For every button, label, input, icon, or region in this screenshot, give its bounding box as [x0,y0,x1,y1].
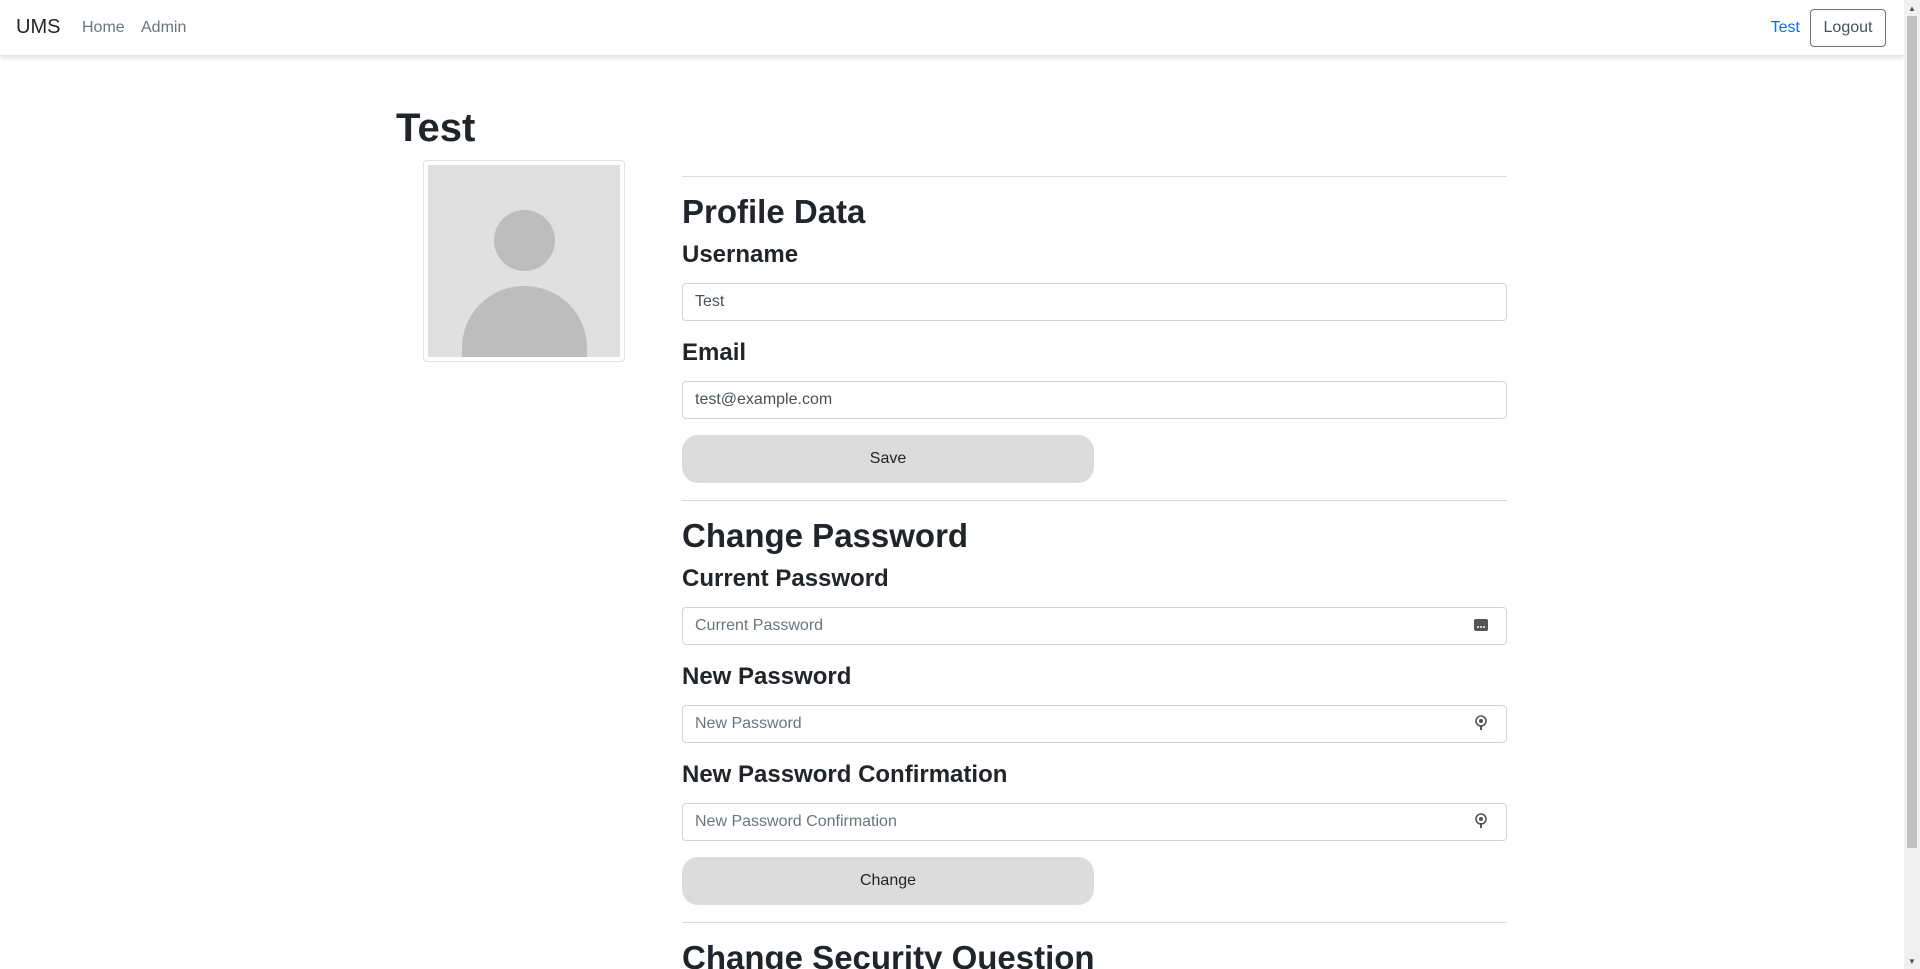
email-label: Email [682,339,747,366]
new-password-confirmation-field[interactable] [682,803,1507,841]
key-generate-icon[interactable] [1473,715,1489,731]
username-label: Username [682,241,799,268]
current-password-field[interactable] [682,607,1507,645]
scroll-up-icon[interactable]: ▲ [1904,0,1920,16]
section-heading-security: Change Security Question [682,939,1095,969]
logout-button[interactable]: Logout [1810,9,1886,47]
brand-link[interactable]: UMS [16,16,60,39]
avatar-placeholder-icon [428,165,620,357]
scroll-thumb[interactable] [1907,16,1917,848]
nav-link-admin[interactable]: Admin [141,19,186,37]
divider [682,500,1507,501]
page-title: Test [396,106,476,150]
section-heading-password: Change Password [682,517,969,554]
password-manager-icon[interactable] [1473,617,1489,633]
new-password-field[interactable] [682,705,1507,743]
new-password-confirmation-label: New Password Confirmation [682,761,1008,788]
username-field[interactable] [682,283,1507,321]
scroll-down-icon[interactable]: ▼ [1904,953,1920,969]
nav-link-home[interactable]: Home [82,19,125,37]
avatar [423,160,625,362]
save-button[interactable]: Save [682,435,1094,483]
top-navbar: UMS Home Admin Test Logout [0,0,1904,56]
section-heading-profile: Profile Data [682,193,866,230]
new-password-label: New Password [682,663,852,690]
current-password-label: Current Password [682,565,889,592]
nav-user-link[interactable]: Test [1771,19,1800,37]
change-password-button[interactable]: Change [682,857,1094,905]
divider [682,922,1507,923]
page-scrollbar[interactable]: ▲ ▼ [1904,0,1920,969]
divider [682,176,1507,177]
key-generate-icon[interactable] [1473,813,1489,829]
email-field[interactable] [682,381,1507,419]
